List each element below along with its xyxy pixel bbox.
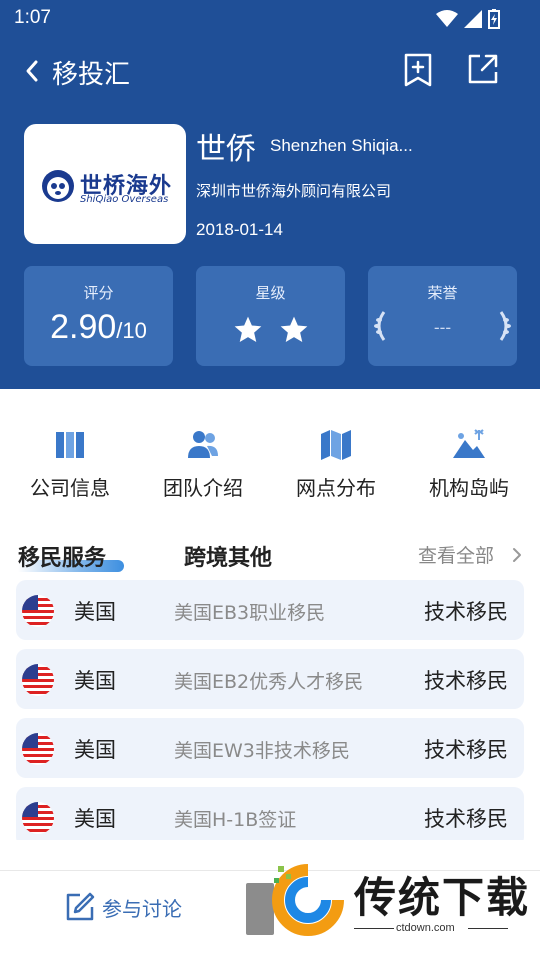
quick-nav-label: 网点分布 — [296, 476, 376, 500]
tab-cross-border-other[interactable]: 跨境其他 — [184, 540, 272, 572]
honor-label: 荣誉 — [427, 284, 458, 302]
quick-nav-label: 公司信息 — [30, 476, 110, 500]
score-card: 评分 2.90/10 — [24, 266, 173, 366]
service-type: 技术移民 — [424, 600, 508, 624]
star-card: 星级 — [196, 266, 345, 366]
header-panel: 1:07 移投汇 世桥海外 ShiQiao Overseas 世侨 Shenzh… — [0, 0, 540, 389]
bookmark-add-icon[interactable] — [402, 52, 434, 88]
edit-icon — [66, 892, 95, 921]
discuss-button[interactable]: 参与讨论 — [64, 891, 182, 923]
quick-nav-label: 机构岛屿 — [429, 476, 509, 500]
star-label: 星级 — [255, 284, 286, 302]
logo-en-text: ShiQiao Overseas — [80, 194, 169, 205]
org-english-name: Shenzhen Shiqia... — [270, 136, 413, 155]
watermark-line-left — [354, 928, 394, 929]
us-flag-icon — [22, 802, 54, 834]
score-value-wrap: 2.90/10 — [24, 308, 173, 347]
service-type: 技术移民 — [424, 738, 508, 762]
service-country: 美国 — [74, 738, 116, 762]
watermark-url: ctdown.com — [396, 922, 455, 934]
watermark-line-right — [468, 928, 508, 929]
star-rating — [196, 314, 345, 346]
team-icon — [188, 431, 218, 458]
org-logo: 世桥海外 ShiQiao Overseas — [24, 124, 186, 244]
star-icon — [280, 316, 307, 342]
score-value: 2.90 — [50, 308, 117, 346]
us-flag-icon — [22, 733, 54, 765]
org-short-name: 世侨 — [196, 132, 256, 167]
tab-immigration-services[interactable]: 移民服务 — [18, 540, 106, 572]
service-type: 技术移民 — [424, 807, 508, 831]
service-country: 美国 — [74, 669, 116, 693]
page-title: 移投汇 — [52, 60, 131, 90]
quick-nav-label: 团队介绍 — [163, 476, 243, 500]
status-time: 1:07 — [14, 7, 51, 28]
watermark-logo-icon — [272, 864, 344, 936]
status-bar: 1:07 — [0, 0, 540, 38]
view-all-link[interactable]: 查看全部 — [418, 541, 494, 568]
list-item[interactable]: 美国 美国EW3非技术移民 技术移民 — [16, 718, 524, 778]
wifi-icon — [436, 10, 458, 27]
discuss-label: 参与讨论 — [102, 896, 182, 921]
us-flag-icon — [22, 595, 54, 627]
battery-icon — [488, 9, 500, 29]
share-icon[interactable] — [466, 52, 500, 86]
service-country: 美国 — [74, 600, 116, 624]
signal-icon — [464, 10, 482, 28]
quick-nav-island[interactable]: 机构岛屿 — [409, 420, 529, 501]
org-date: 2018-01-14 — [196, 220, 283, 239]
quick-nav: 公司信息 团队介绍 网点分布 机构岛屿 — [0, 420, 540, 510]
service-program: 美国EB3职业移民 — [174, 602, 326, 624]
star-icon — [234, 316, 261, 342]
list-item[interactable]: 美国 美国H-1B签证 技术移民 — [16, 787, 524, 847]
quick-nav-team[interactable]: 团队介绍 — [143, 420, 263, 501]
score-max: /10 — [116, 318, 147, 343]
list-item[interactable]: 美国 美国EB2优秀人才移民 技术移民 — [16, 649, 524, 709]
service-tabs: 移民服务 跨境其他 查看全部 — [0, 536, 540, 576]
us-flag-icon — [22, 664, 54, 696]
list-item[interactable]: 美国 美国EB3职业移民 技术移民 — [16, 580, 524, 640]
service-program: 美国EB2优秀人才移民 — [174, 671, 364, 693]
map-icon — [321, 430, 351, 460]
watermark-text: 传统下载 — [354, 873, 531, 922]
quick-nav-branches[interactable]: 网点分布 — [276, 420, 396, 501]
service-program: 美国EW3非技术移民 — [174, 740, 350, 762]
island-icon — [453, 429, 485, 458]
service-program: 美国H-1B签证 — [174, 809, 297, 831]
laurel-right-icon — [499, 311, 511, 341]
honor-card: 荣誉 --- — [368, 266, 517, 366]
back-arrow-icon[interactable] — [20, 56, 48, 86]
honor-value: --- — [433, 318, 452, 337]
chevron-right-icon[interactable] — [511, 546, 523, 564]
org-full-name: 深圳市世侨海外顾问有限公司 — [196, 182, 392, 200]
status-icons — [436, 9, 500, 29]
service-type: 技术移民 — [424, 669, 508, 693]
book-icon — [56, 432, 84, 458]
panda-logo-icon — [42, 170, 74, 202]
service-country: 美国 — [74, 807, 116, 831]
score-label: 评分 — [83, 284, 114, 302]
quick-nav-company-info[interactable]: 公司信息 — [10, 420, 130, 501]
top-nav: 移投汇 — [0, 46, 540, 96]
